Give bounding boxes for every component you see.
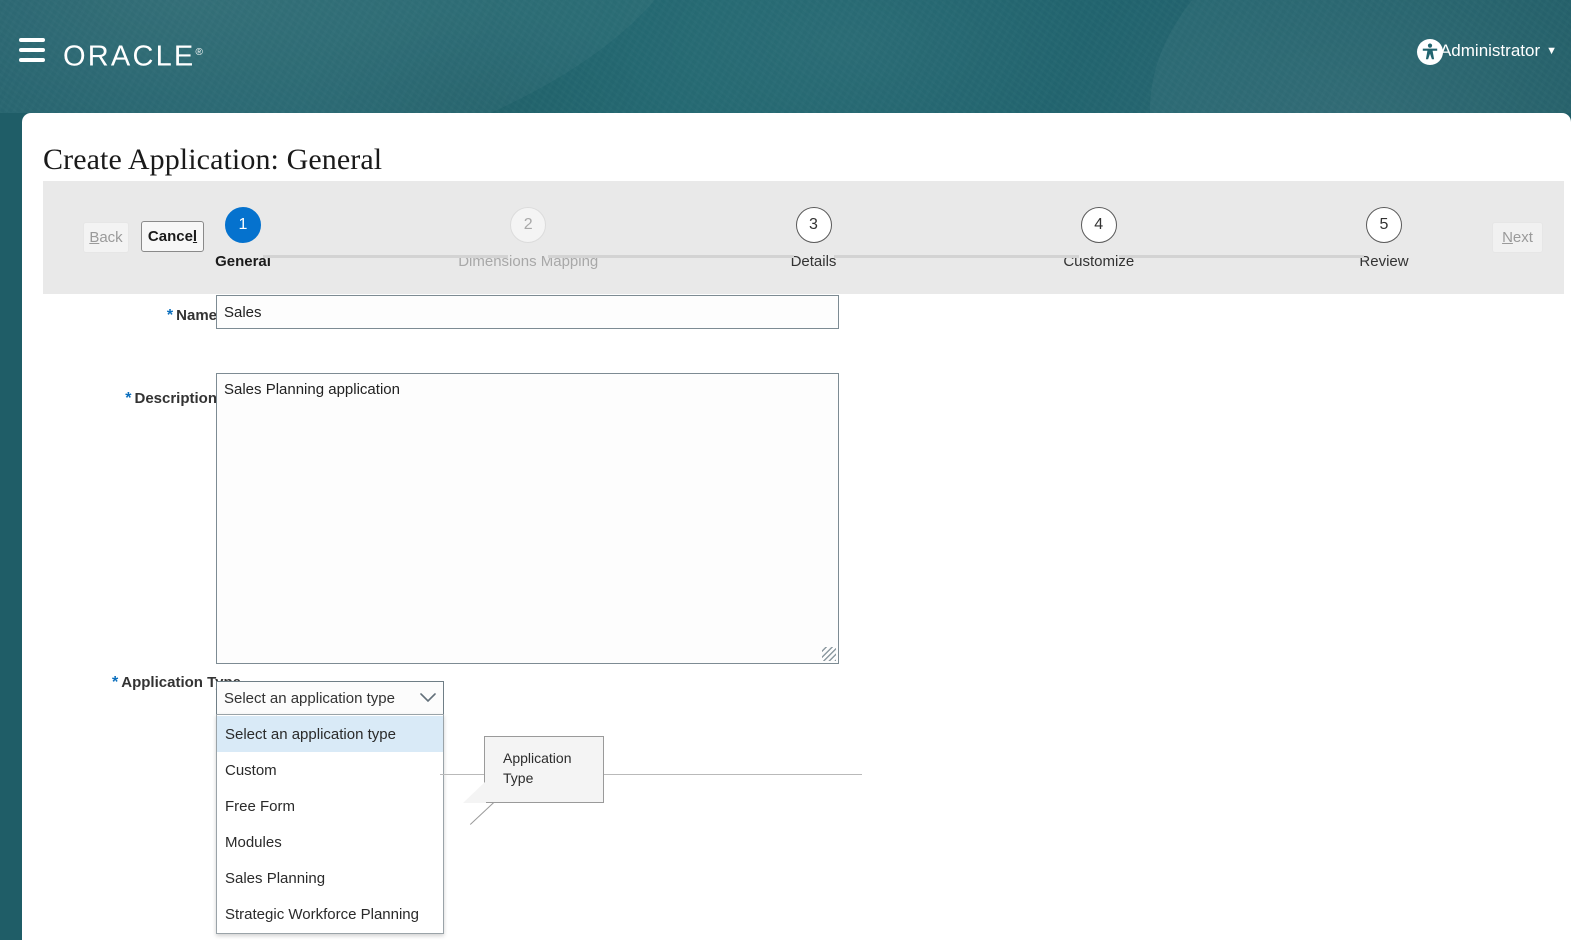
application-type-tooltip: Application Type <box>463 736 604 825</box>
tooltip-pointer-outline <box>469 802 494 825</box>
application-type-selected-value: Select an application type <box>224 689 395 707</box>
application-type-option[interactable]: Strategic Workforce Planning <box>217 896 443 932</box>
train-step-number: 4 <box>1080 207 1117 243</box>
application-type-option[interactable]: Modules <box>217 824 443 860</box>
back-button-label: ack <box>99 229 123 246</box>
application-type-select[interactable]: Select an application type <box>216 681 444 715</box>
tooltip-leader-line <box>440 774 486 775</box>
train-step-customize[interactable]: 4 Customize <box>999 207 1199 270</box>
application-type-tooltip-text: Application Type <box>503 750 572 786</box>
hamburger-bar <box>19 38 45 42</box>
train-step-number: 2 <box>510 207 547 243</box>
back-button[interactable]: Back <box>83 222 129 253</box>
name-field-label: * Name <box>167 307 217 325</box>
tooltip-pointer <box>463 781 486 803</box>
train-connector <box>1118 255 1364 258</box>
chevron-down-icon: ▼ <box>1546 45 1557 57</box>
wizard-train: 1 General 2 Dimensions Mapping 3 Details 4 Cust… <box>215 207 1409 287</box>
description-label-text: Description <box>134 390 217 407</box>
page-title: Create Application: General <box>43 143 383 176</box>
application-type-dropdown-list[interactable]: Select an application type Custom Free For… <box>216 714 444 934</box>
train-step-dimensions-mapping: 2 Dimensions Mapping <box>428 207 628 270</box>
user-name-label: Administrator <box>1439 41 1541 60</box>
train-step-details[interactable]: 3 Details <box>714 207 914 270</box>
train-connector <box>833 255 1079 258</box>
next-button-mnemonic: N <box>1502 229 1513 246</box>
required-asterisk: * <box>166 307 174 324</box>
name-input[interactable] <box>216 295 839 329</box>
next-button-label: ext <box>1512 229 1533 246</box>
train-step-general[interactable]: 1 General <box>143 207 343 270</box>
user-menu[interactable]: Administrator ▼ <box>1440 38 1557 64</box>
description-textarea[interactable] <box>216 373 839 664</box>
oracle-logo-registered-mark: ® <box>195 47 203 58</box>
application-type-option[interactable]: Custom <box>217 752 443 788</box>
chevron-down-icon <box>413 693 443 703</box>
required-asterisk: * <box>125 390 132 407</box>
hamburger-bar <box>19 48 45 52</box>
train-step-review[interactable]: 5 Review <box>1284 207 1484 270</box>
content-panel: Create Application: General Back Cance l … <box>22 113 1571 940</box>
banner-texture <box>0 0 1571 113</box>
required-asterisk: * <box>112 674 119 691</box>
back-button-mnemonic: B <box>89 229 100 246</box>
hamburger-bar <box>19 58 45 62</box>
application-type-option[interactable]: Sales Planning <box>217 860 443 896</box>
next-button[interactable]: Next <box>1492 222 1543 253</box>
oracle-logo-text: ORACLE <box>63 40 196 73</box>
wizard-toolbar: Back Cance l Next 1 General 2 Dimensions Map… <box>43 181 1564 294</box>
hamburger-menu-icon[interactable] <box>19 38 45 62</box>
tooltip-leader-line <box>604 774 862 775</box>
name-label-text: Name <box>176 307 217 324</box>
oracle-logo[interactable]: ORACLE® <box>63 37 203 73</box>
train-step-number: 1 <box>225 207 261 243</box>
application-type-option[interactable]: Free Form <box>217 788 443 824</box>
train-connector <box>263 255 509 258</box>
application-type-option[interactable]: Select an application type <box>217 716 443 752</box>
train-step-number: 3 <box>795 207 832 243</box>
description-field-label: * Description <box>125 390 217 408</box>
train-connector <box>548 255 794 258</box>
train-step-number: 5 <box>1366 207 1402 243</box>
description-field-wrapper <box>216 373 839 664</box>
top-banner <box>0 0 1571 113</box>
